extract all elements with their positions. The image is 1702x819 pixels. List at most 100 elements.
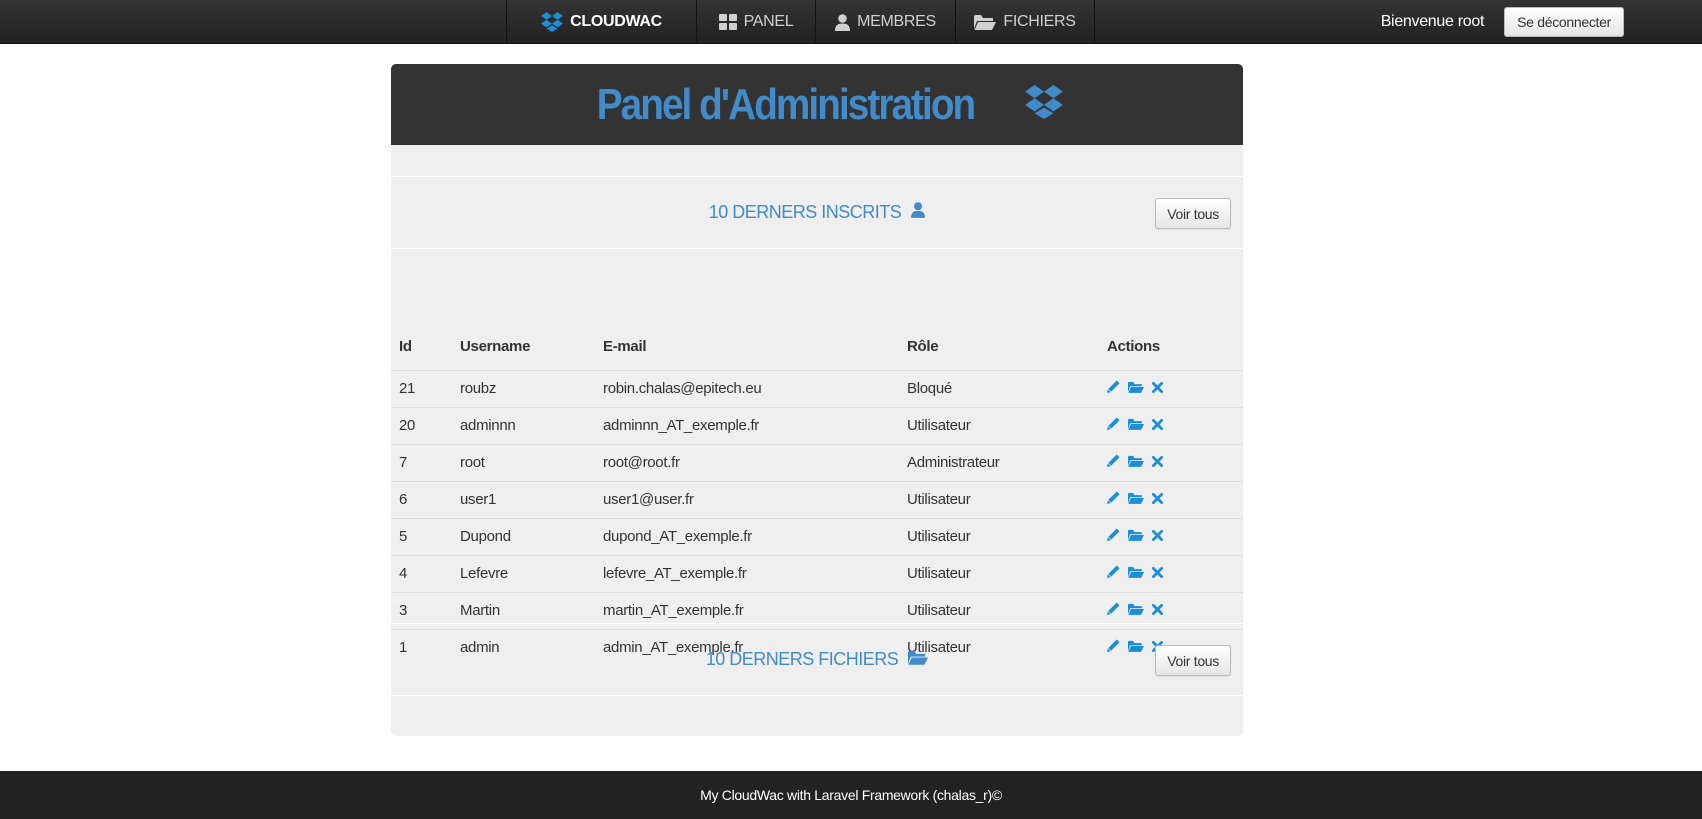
cell-username: Lefevre	[452, 555, 595, 593]
brand-link[interactable]: CLOUDWAC	[507, 0, 697, 44]
pencil-icon	[1107, 380, 1120, 397]
page-title: Panel d'Administration	[597, 79, 976, 129]
close-icon	[1152, 565, 1163, 582]
members-table: Id Username E-mail Rôle Actions 21 roubz r…	[391, 324, 1243, 666]
welcome-text: Bienvenue root	[1380, 13, 1485, 30]
members-section-title: 10 DERNERS INSCRITS	[391, 177, 1243, 248]
edit-button[interactable]	[1107, 380, 1120, 397]
files-button[interactable]	[1128, 380, 1144, 397]
cell-role: Utilisateur	[899, 555, 1099, 593]
delete-button[interactable]	[1152, 380, 1163, 397]
cell-username: user1	[452, 481, 595, 519]
cell-actions	[1099, 518, 1243, 556]
delete-button[interactable]	[1152, 454, 1163, 471]
cell-id: 7	[391, 444, 452, 482]
row-actions	[1107, 602, 1243, 619]
row-actions	[1107, 528, 1243, 545]
close-icon	[1152, 528, 1163, 545]
table-row: 21 roubz robin.chalas@epitech.eu Bloqué	[391, 370, 1243, 408]
dropbox-icon	[1024, 85, 1063, 124]
files-button[interactable]	[1128, 565, 1144, 582]
cell-username: roubz	[452, 370, 595, 408]
folder-open-icon	[1128, 528, 1144, 545]
delete-button[interactable]	[1152, 565, 1163, 582]
user-area: Bienvenue root Se déconnecter	[1381, 0, 1624, 44]
files-section-title: 10 DERNERS FICHIERS	[391, 624, 1243, 695]
logout-button[interactable]: Se déconnecter	[1504, 7, 1624, 37]
row-actions	[1107, 565, 1243, 582]
brand-label: CLOUDWAC	[570, 13, 662, 30]
cell-actions	[1099, 481, 1243, 519]
edit-button[interactable]	[1107, 528, 1120, 545]
row-actions	[1107, 454, 1243, 471]
pencil-icon	[1107, 528, 1120, 545]
members-table-body: 21 roubz robin.chalas@epitech.eu Bloqué 20 ad…	[391, 370, 1243, 666]
nav-link-panel[interactable]: PANEL	[697, 0, 816, 44]
th-large-icon	[718, 14, 737, 30]
cell-role: Utilisateur	[899, 518, 1099, 556]
row-actions	[1107, 417, 1243, 434]
view-all-members-button[interactable]: Voir tous	[1155, 198, 1231, 229]
pencil-icon	[1107, 602, 1120, 619]
cell-id: 20	[391, 407, 452, 445]
cell-email: lefevre_AT_exemple.fr	[595, 555, 899, 593]
cell-id: 6	[391, 481, 452, 519]
section-title-text: 10 DERNERS FICHIERS	[705, 649, 899, 669]
cell-id: 21	[391, 370, 452, 408]
folder-open-icon	[1128, 565, 1144, 582]
nav-link-label: MEMBRES	[857, 13, 936, 30]
cell-role: Utilisateur	[899, 407, 1099, 445]
pencil-icon	[1107, 417, 1120, 434]
close-icon	[1152, 417, 1163, 434]
cell-actions	[1099, 555, 1243, 593]
view-all-files-button[interactable]: Voir tous	[1155, 645, 1231, 676]
user-icon	[911, 202, 926, 223]
cell-email: dupond_AT_exemple.fr	[595, 518, 899, 556]
main-nav: CLOUDWAC PANEL MEMBRES FICHIERS	[506, 0, 1095, 44]
admin-panel: Panel d'Administration 10 DERNERS INSCRI…	[391, 64, 1243, 736]
cell-actions	[1099, 407, 1243, 445]
folder-open-icon	[1128, 380, 1144, 397]
nav-link-fichiers[interactable]: FICHIERS	[956, 0, 1095, 44]
table-header-row: Id Username E-mail Rôle Actions	[391, 324, 1243, 371]
delete-button[interactable]	[1152, 417, 1163, 434]
files-button[interactable]	[1128, 528, 1144, 545]
header-id: Id	[391, 324, 452, 371]
delete-button[interactable]	[1152, 528, 1163, 545]
edit-button[interactable]	[1107, 565, 1120, 582]
table-row: 4 Lefevre lefevre_AT_exemple.fr Utilisateur	[391, 555, 1243, 593]
table-row: 20 adminnn adminnn_AT_exemple.fr Utilisateu…	[391, 407, 1243, 445]
files-button[interactable]	[1128, 491, 1144, 508]
delete-button[interactable]	[1152, 602, 1163, 619]
files-button[interactable]	[1128, 417, 1144, 434]
files-button[interactable]	[1128, 602, 1144, 619]
cell-id: 4	[391, 555, 452, 593]
cell-username: root	[452, 444, 595, 482]
cell-email: root@root.fr	[595, 444, 899, 482]
row-actions	[1107, 380, 1243, 397]
user-icon	[835, 13, 851, 31]
files-button[interactable]	[1128, 454, 1144, 471]
cell-email: robin.chalas@epitech.eu	[595, 370, 899, 408]
cell-id: 5	[391, 518, 452, 556]
footer: My CloudWac with Laravel Framework (chal…	[0, 771, 1702, 819]
nav-link-membres[interactable]: MEMBRES	[816, 0, 956, 44]
cell-role: Administrateur	[899, 444, 1099, 482]
header-actions: Actions	[1099, 324, 1243, 371]
cell-actions	[1099, 444, 1243, 482]
table-row: 7 root root@root.fr Administrateur	[391, 444, 1243, 482]
folder-open-icon	[1128, 454, 1144, 471]
header-email: E-mail	[595, 324, 899, 371]
edit-button[interactable]	[1107, 417, 1120, 434]
cell-actions	[1099, 370, 1243, 408]
top-navbar: CLOUDWAC PANEL MEMBRES FICHIERS Bienvenu…	[0, 0, 1702, 44]
close-icon	[1152, 602, 1163, 619]
edit-button[interactable]	[1107, 491, 1120, 508]
delete-button[interactable]	[1152, 491, 1163, 508]
cell-role: Utilisateur	[899, 481, 1099, 519]
cell-email: adminnn_AT_exemple.fr	[595, 407, 899, 445]
edit-button[interactable]	[1107, 602, 1120, 619]
pencil-icon	[1107, 491, 1120, 508]
cell-username: Dupond	[452, 518, 595, 556]
edit-button[interactable]	[1107, 454, 1120, 471]
